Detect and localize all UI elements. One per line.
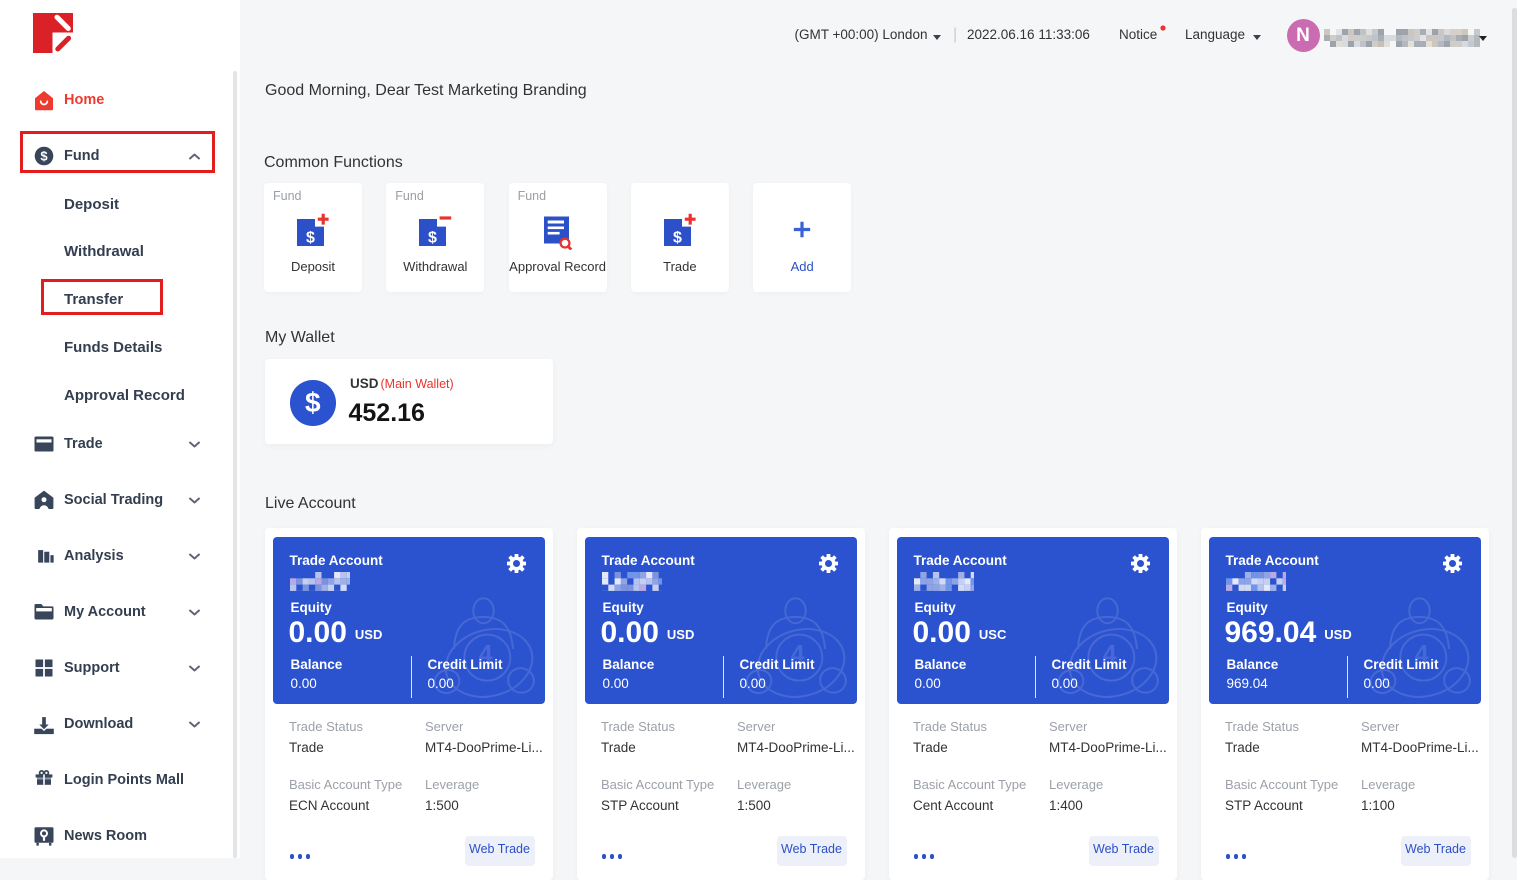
svg-text:$: $ (673, 229, 682, 246)
svg-text:$: $ (40, 149, 48, 164)
svg-text:$: $ (306, 229, 315, 246)
svg-text:$: $ (428, 229, 437, 246)
